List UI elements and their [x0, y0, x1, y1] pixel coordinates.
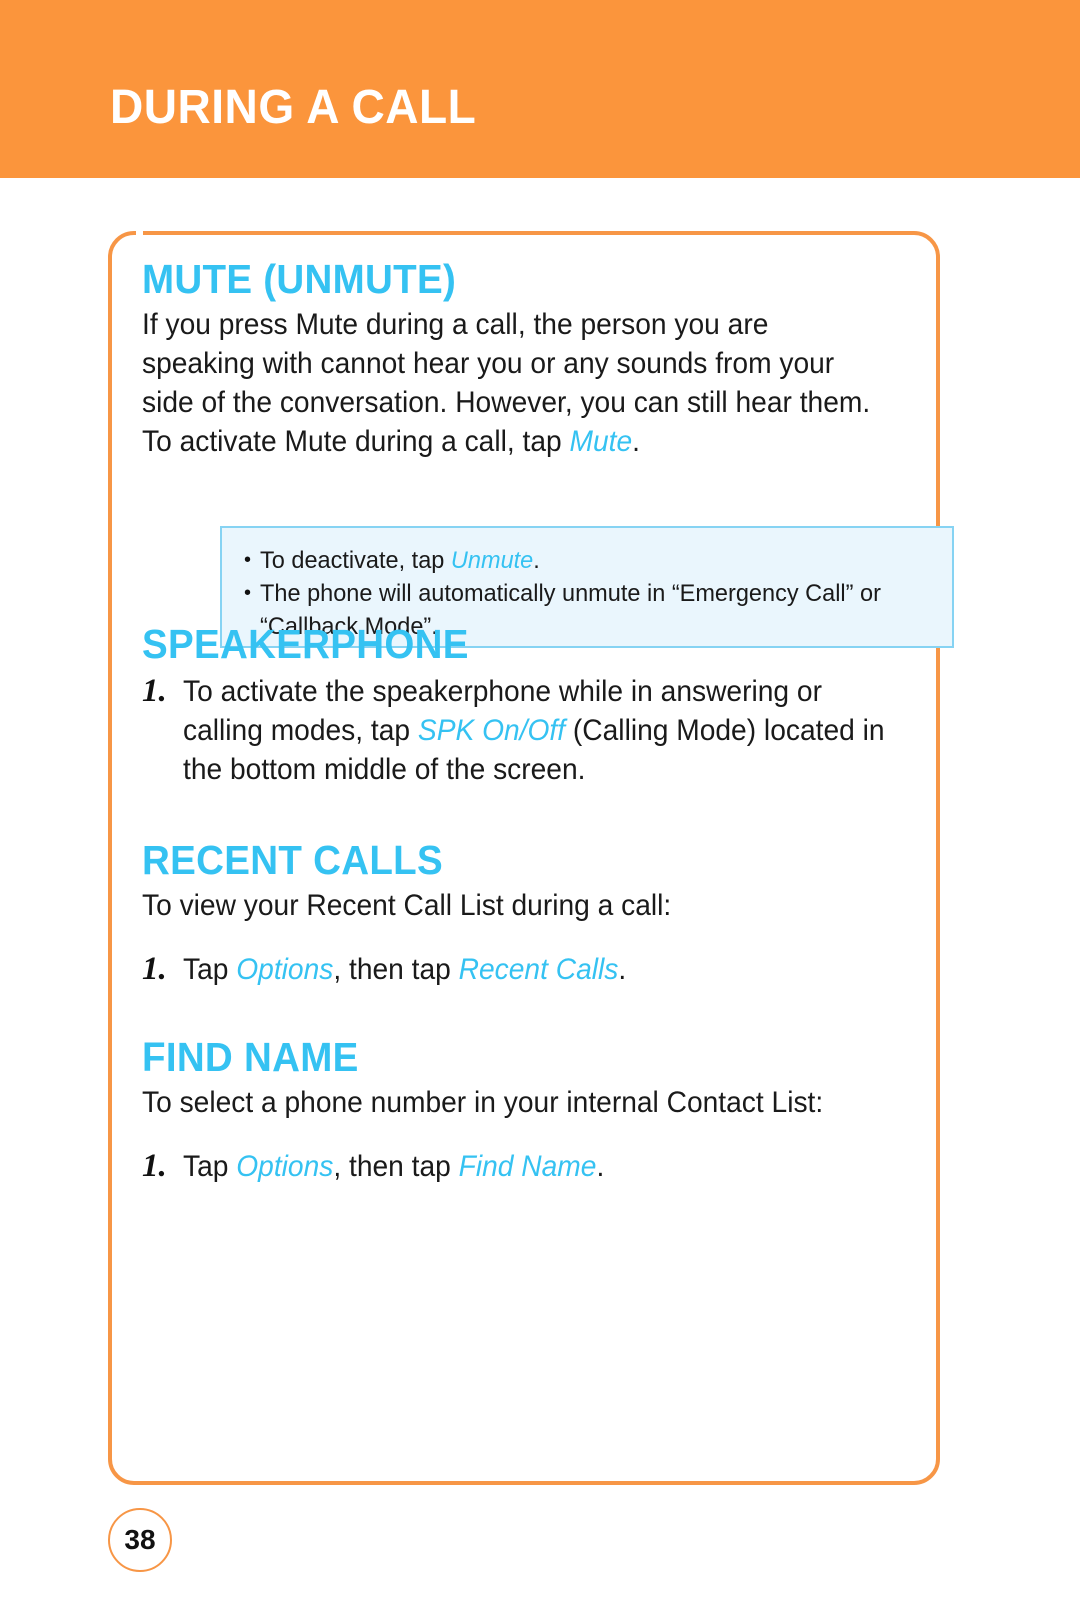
- find-name-step-part2: , then tap: [333, 1150, 459, 1183]
- recent-calls-step-part3: .: [618, 953, 627, 986]
- recent-calls-heading-text: RECENT CALLS: [142, 837, 444, 883]
- list-item: 1. Tap Options, then tap Recent Calls.: [142, 950, 922, 989]
- speakerphone-step-text: To activate the speakerphone while in an…: [183, 672, 889, 789]
- recent-calls-step: 1. Tap Options, then tap Recent Calls.: [142, 950, 922, 989]
- find-name-step-highlight-options: Options: [236, 1150, 334, 1183]
- card-border-notch: [136, 231, 143, 236]
- step-body: Tap Options, then tap Find Name.: [183, 1147, 922, 1186]
- list-item: 1. Tap Options, then tap Find Name.: [142, 1147, 922, 1186]
- speakerphone-step-highlight: SPK On/Off: [417, 714, 566, 747]
- recent-calls-step-highlight-recent: Recent Calls: [458, 953, 619, 986]
- page-number-text: 38: [124, 1524, 156, 1555]
- step-body: To activate the speakerphone while in an…: [183, 672, 922, 789]
- page-number-badge: 38: [108, 1508, 172, 1572]
- note-item-part1: To deactivate, tap: [260, 547, 451, 574]
- mute-paragraph: If you press Mute during a call, the per…: [142, 305, 954, 648]
- note-list-item: • To deactivate, tap Unmute.: [244, 544, 934, 577]
- recent-calls-step-part1: Tap: [183, 953, 237, 986]
- mute-paragraph-highlight: Mute: [569, 425, 633, 458]
- find-name-intro-text: To select a phone number in your interna…: [142, 1086, 824, 1119]
- mute-paragraph-part1: If you press Mute during a call, the per…: [142, 308, 871, 458]
- section-heading-find-name: FIND NAME: [142, 1035, 372, 1079]
- find-name-intro: To select a phone number in your interna…: [142, 1083, 922, 1122]
- bullet-icon: •: [244, 549, 252, 571]
- manual-page: DURING A CALL MUTE (UNMUTE) If you press…: [0, 0, 1080, 1620]
- page-title: DURING A CALL: [110, 81, 477, 134]
- find-name-step: 1. Tap Options, then tap Find Name.: [142, 1147, 922, 1186]
- note-item-highlight: Unmute: [450, 547, 534, 574]
- find-name-heading-text: FIND NAME: [142, 1034, 359, 1080]
- note-item-part2: .: [533, 547, 540, 574]
- note-item-text: To deactivate, tap Unmute.: [260, 544, 907, 577]
- recent-calls-step-part2: , then tap: [333, 953, 459, 986]
- find-name-step-text: Tap Options, then tap Find Name.: [183, 1147, 889, 1186]
- recent-calls-step-highlight-options: Options: [236, 953, 334, 986]
- find-name-step-part1: Tap: [183, 1150, 237, 1183]
- step-number: 1.: [142, 673, 167, 709]
- find-name-step-part3: .: [596, 1150, 605, 1183]
- bullet-icon: •: [244, 582, 252, 604]
- section-heading-speakerphone: SPEAKERPHONE: [142, 622, 490, 666]
- find-name-step-highlight-find: Find Name: [458, 1150, 597, 1183]
- section-heading-recent-calls: RECENT CALLS: [142, 838, 462, 882]
- recent-calls-step-text: Tap Options, then tap Recent Calls.: [183, 950, 889, 989]
- recent-calls-intro: To view your Recent Call List during a c…: [142, 886, 922, 925]
- mute-paragraph-text: If you press Mute during a call, the per…: [142, 305, 887, 461]
- mute-paragraph-part2: .: [632, 425, 641, 458]
- recent-calls-intro-text: To view your Recent Call List during a c…: [142, 889, 672, 922]
- content-card: MUTE (UNMUTE) If you press Mute during a…: [108, 231, 954, 1485]
- speakerphone-step: 1. To activate the speakerphone while in…: [142, 672, 922, 789]
- step-body: Tap Options, then tap Recent Calls.: [183, 950, 922, 989]
- mute-heading-text: MUTE (UNMUTE): [142, 256, 457, 302]
- speakerphone-heading-text: SPEAKERPHONE: [142, 621, 469, 667]
- step-number: 1.: [142, 951, 167, 987]
- section-heading-mute: MUTE (UNMUTE): [142, 257, 476, 301]
- step-number: 1.: [142, 1148, 167, 1184]
- list-item: 1. To activate the speakerphone while in…: [142, 672, 922, 789]
